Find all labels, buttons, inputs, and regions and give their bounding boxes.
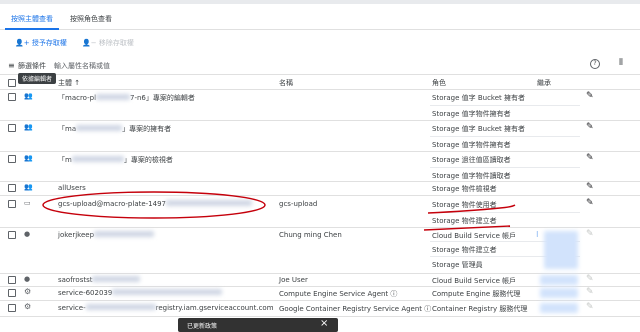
red-annotation [42, 191, 516, 231]
annotation-underline-2 [423, 225, 511, 231]
snackbar: 已更新政策 × [178, 318, 338, 332]
annotation-underline-1 [427, 204, 516, 214]
close-icon[interactable]: × [320, 318, 328, 329]
annotation-ellipse [42, 191, 266, 219]
snackbar-message: 已更新政策 [187, 323, 218, 330]
